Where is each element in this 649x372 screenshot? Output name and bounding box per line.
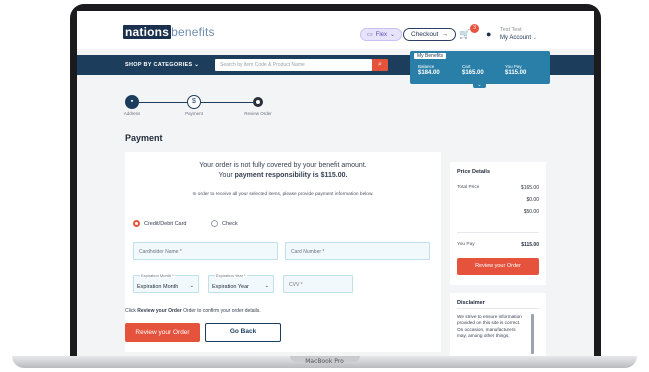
exp-month-label: Expiration Month *: [140, 273, 175, 278]
truck-icon: ▪: [130, 98, 134, 105]
exp-year-value: Expiration Year: [212, 284, 249, 290]
chevron-down-icon: ⌄: [189, 283, 194, 289]
cardholder-name-field[interactable]: Cardholder Name *: [133, 242, 278, 260]
search-icon: ⌕: [378, 61, 382, 68]
expiration-year-select[interactable]: Expiration Year * Expiration Year ⌄: [208, 273, 274, 293]
logo-dark-text: nations: [123, 25, 172, 39]
disclaimer-text: We strive to ensure information provided…: [457, 314, 522, 339]
step-label-payment: Payment: [185, 111, 203, 116]
logo-light-text: benefits: [171, 25, 215, 39]
account-menu[interactable]: Test Test My Account ⌄: [500, 26, 537, 42]
card-number-placeholder: Card Number *: [291, 249, 325, 255]
price-value: $50.00: [523, 209, 539, 215]
check-label: Check: [222, 220, 238, 227]
cvv-placeholder: CVV *: [289, 282, 303, 288]
radio-selected-icon: [133, 220, 140, 227]
user-name: Test Test: [500, 27, 522, 33]
step-payment: $: [187, 95, 201, 109]
you-pay-value: $115.00: [521, 242, 539, 248]
flex-label: Flex: [375, 31, 388, 38]
price-value: $165.00: [520, 185, 539, 191]
cardholder-placeholder: Cardholder Name *: [139, 249, 182, 255]
cart-count-badge: 3: [470, 24, 479, 33]
you-pay-value: $115.00: [505, 70, 527, 76]
benefits-title: My Benefits: [414, 53, 447, 59]
exp-month-value: Expiration Month: [137, 284, 179, 290]
divider: [457, 232, 539, 233]
shop-label: SHOP BY CATEGORIES: [125, 62, 193, 68]
logo[interactable]: nations benefits: [123, 25, 215, 39]
benefits-you-pay: You Pay $115.00: [505, 63, 526, 77]
credit-card-label: Credit/Debit Card: [144, 220, 187, 227]
exp-year-label: Expiration Year *: [215, 273, 247, 278]
disclaimer-panel: Disclaimer We strive to ensure informati…: [450, 293, 546, 356]
checkout-label: Checkout: [411, 31, 439, 38]
card-icon: ▭: [367, 32, 373, 38]
instruction-suffix: Order to confirm your order details.: [181, 308, 261, 314]
step-connector: [201, 102, 253, 103]
search-input[interactable]: Search by item Code & Product Name: [215, 59, 372, 71]
screen: nations benefits ▭ Flex ⌄ Checkout → 🛒 3 …: [77, 11, 594, 356]
expiration-month-select[interactable]: Expiration Month * Expiration Month ⌄: [133, 273, 199, 293]
coverage-message: Your order is not fully covered by your …: [199, 162, 367, 169]
scrollbar[interactable]: [531, 314, 534, 354]
price-details-panel: Price Details Total Price $165.00 $0.00 …: [450, 162, 546, 285]
step-label-review: Review Order: [244, 111, 272, 116]
user-icon: ●: [486, 29, 492, 39]
checkout-button[interactable]: Checkout →: [403, 28, 456, 41]
device-label: MacBook Pro: [305, 358, 344, 365]
price-details-title: Price Details: [457, 169, 491, 175]
chevron-down-icon[interactable]: ⌄: [473, 82, 486, 88]
my-benefits-panel: My Benefits Balance $184.00 Cart $165.00…: [410, 51, 550, 88]
chevron-down-icon: ⌄: [264, 283, 269, 289]
radio-unselected-icon: [211, 220, 218, 227]
step-connector: [139, 102, 187, 103]
step-label-address: Address: [123, 111, 141, 116]
flex-dropdown[interactable]: ▭ Flex ⌄: [360, 28, 403, 41]
page-title: Payment: [125, 133, 163, 143]
search-placeholder: Search by item Code & Product Name: [220, 62, 305, 68]
chevron-down-icon: ⌄: [531, 35, 538, 41]
chevron-down-icon: ⌄: [390, 32, 396, 38]
instruction-bold: Review your Order: [137, 308, 182, 314]
cart-label: Cart: [462, 64, 471, 69]
disclaimer-title: Disclaimer: [457, 300, 485, 306]
review-order-button-side[interactable]: Review your Order: [457, 258, 539, 275]
card-number-field[interactable]: Card Number *: [285, 242, 430, 260]
total-price-label: Total Price: [457, 185, 480, 190]
go-back-button[interactable]: Go Back: [205, 323, 281, 342]
radio-credit-card[interactable]: Credit/Debit Card: [133, 220, 187, 227]
radio-check[interactable]: Check: [211, 220, 238, 227]
instruction-prefix: Click: [125, 308, 138, 314]
cart-value: $165.00: [462, 70, 484, 76]
account-label: My Account: [500, 35, 532, 41]
you-pay-label: You Pay: [505, 64, 522, 69]
review-order-button[interactable]: Review your Order: [125, 323, 200, 342]
you-pay-label: You Pay: [457, 242, 475, 247]
responsibility-prefix: Your: [218, 172, 235, 179]
top-header: nations benefits ▭ Flex ⌄ Checkout → 🛒 3 …: [77, 11, 594, 49]
price-value: $0.00: [526, 197, 539, 203]
balance-value: $184.00: [418, 70, 440, 76]
step-address: ▪: [125, 95, 139, 109]
benefits-cart: Cart $165.00: [462, 63, 484, 77]
balance-label: Balance: [418, 64, 435, 69]
cvv-field[interactable]: CVV *: [283, 275, 353, 293]
shop-by-categories-menu[interactable]: SHOP BY CATEGORIES ⌄: [125, 62, 199, 68]
search-button[interactable]: ⌕: [372, 59, 388, 71]
payment-info-text: In order to receive all your selected it…: [192, 192, 374, 197]
responsibility-amount: payment responsibility is $115.00.: [234, 172, 348, 179]
cart-icon[interactable]: 🛒: [459, 29, 471, 41]
divider: [457, 308, 539, 309]
payment-responsibility: Your payment responsibility is $115.00.: [125, 172, 441, 179]
laptop-frame: MacBook Pro nations benefits ▭ Flex ⌄ Che…: [0, 0, 649, 372]
benefits-balance: Balance $184.00: [418, 63, 440, 77]
payment-card: Your order is not fully covered by your …: [125, 152, 441, 352]
confirm-instruction: Click Review your Order Order to confirm…: [125, 308, 261, 314]
arrow-right-icon: →: [441, 31, 448, 38]
step-review: [253, 97, 263, 107]
